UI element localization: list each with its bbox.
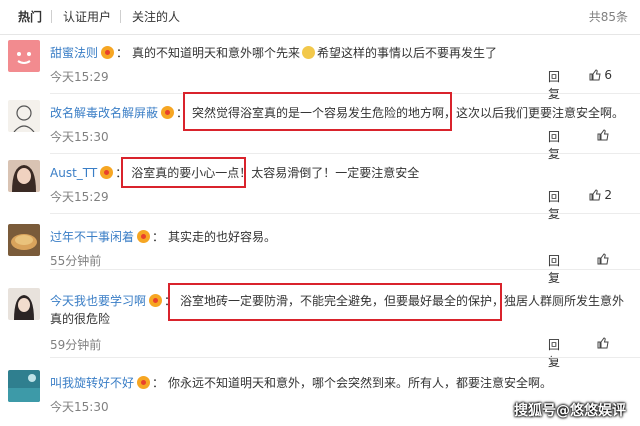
- timestamp: 今天15:29: [50, 70, 109, 84]
- divider: [50, 269, 640, 270]
- divider: [50, 93, 640, 94]
- timestamp: 今天15:30: [50, 130, 109, 144]
- reply-button[interactable]: 回复: [548, 68, 560, 102]
- thumbs-up-icon: [597, 129, 609, 141]
- reply-button[interactable]: 回复: [548, 128, 560, 162]
- avatar[interactable]: [8, 288, 40, 320]
- member-badge-icon: [137, 230, 151, 243]
- username[interactable]: Aust_TT: [50, 166, 97, 180]
- reply-button[interactable]: 回复: [548, 336, 560, 370]
- tab-verified[interactable]: 认证用户: [63, 8, 111, 25]
- tab-hot[interactable]: 热门: [18, 8, 42, 25]
- comment-text: 真的不知道明天和意外哪个先来: [132, 46, 301, 60]
- tab-divider: [51, 10, 52, 23]
- avatar[interactable]: [8, 224, 40, 256]
- reply-button[interactable]: 回复: [548, 188, 560, 222]
- member-badge-icon: [137, 376, 151, 389]
- username[interactable]: 今天我也要学习啊: [50, 294, 146, 308]
- member-badge-icon: [161, 106, 175, 119]
- comment-text: 希望这样的事情以后不要再发生了: [317, 46, 498, 60]
- member-badge-icon: [100, 166, 114, 179]
- thumbs-up-icon: [589, 189, 601, 201]
- username[interactable]: 过年不干事闲着: [50, 230, 134, 244]
- like-button[interactable]: [597, 128, 612, 142]
- divider: [50, 153, 640, 154]
- crying-emoji-icon: [302, 46, 316, 59]
- like-count: 2: [604, 188, 612, 202]
- comment-item: 过年不干事闲着：其实走的也好容易。 55分钟前 回复: [0, 224, 640, 285]
- comment-tabs: 热门 认证用户 关注的人 共85条: [0, 0, 640, 35]
- member-badge-icon: [101, 46, 115, 59]
- comment-item: 今天我也要学习啊：浴室地砖一定要防滑，不能完全避免，但要最好最全的保护，独居人群…: [0, 288, 640, 369]
- thumbs-up-icon: [589, 69, 601, 81]
- comment-text: 浴室真的要小心一点！太容易滑倒了！一定要注意安全: [131, 166, 420, 180]
- timestamp: 今天15:29: [50, 190, 109, 204]
- comment-text: 浴室地砖一定要防滑，不能完全避免，但要最好最全的保护，独居人群厕所发生意外: [180, 294, 625, 308]
- timestamp: 今天15:30: [50, 400, 109, 414]
- username[interactable]: 甜蜜法则: [50, 46, 98, 60]
- timestamp: 59分钟前: [50, 338, 102, 352]
- tab-divider: [120, 10, 121, 23]
- like-button[interactable]: [597, 336, 612, 350]
- comment-item: 甜蜜法则：真的不知道明天和意外哪个先来 希望这样的事情以后不要再发生了 今天15:…: [0, 40, 640, 101]
- comment-item: 改名解毒改名解屏蔽：突然觉得浴室真的是一个容易发生危险的地方啊，这次以后我们更要…: [0, 100, 640, 161]
- member-badge-icon: [149, 294, 163, 307]
- like-count: 6: [604, 68, 612, 82]
- comment-text: 其实走的也好容易。: [168, 230, 277, 244]
- username[interactable]: 叫我旋转好不好: [50, 376, 134, 390]
- like-button[interactable]: 6: [589, 68, 612, 82]
- comment-text: 突然觉得浴室真的是一个容易发生危险的地方啊，这次以后我们更要注意安全啊。: [192, 106, 625, 120]
- avatar[interactable]: [8, 160, 40, 192]
- like-button[interactable]: 2: [589, 188, 612, 202]
- username[interactable]: 改名解毒改名解屏蔽: [50, 106, 158, 120]
- thumbs-up-icon: [597, 253, 609, 265]
- watermark: 搜狐号@悠悠娱评: [514, 403, 626, 419]
- avatar[interactable]: [8, 100, 40, 132]
- divider: [50, 357, 640, 358]
- avatar[interactable]: [8, 40, 40, 72]
- comment-text: 真的很危险: [50, 312, 111, 326]
- timestamp: 55分钟前: [50, 254, 102, 268]
- like-button[interactable]: [597, 252, 612, 266]
- divider: [50, 213, 640, 214]
- comment-count: 共85条: [588, 10, 628, 24]
- thumbs-up-icon: [597, 337, 609, 349]
- tab-following[interactable]: 关注的人: [132, 8, 180, 25]
- avatar[interactable]: [8, 370, 40, 402]
- comment-text: 你永远不知道明天和意外，哪个会突然到来。所有人，都要注意安全啊。: [168, 376, 553, 390]
- comment-item: Aust_TT：浴室真的要小心一点！太容易滑倒了！一定要注意安全 今天15:29…: [0, 160, 640, 221]
